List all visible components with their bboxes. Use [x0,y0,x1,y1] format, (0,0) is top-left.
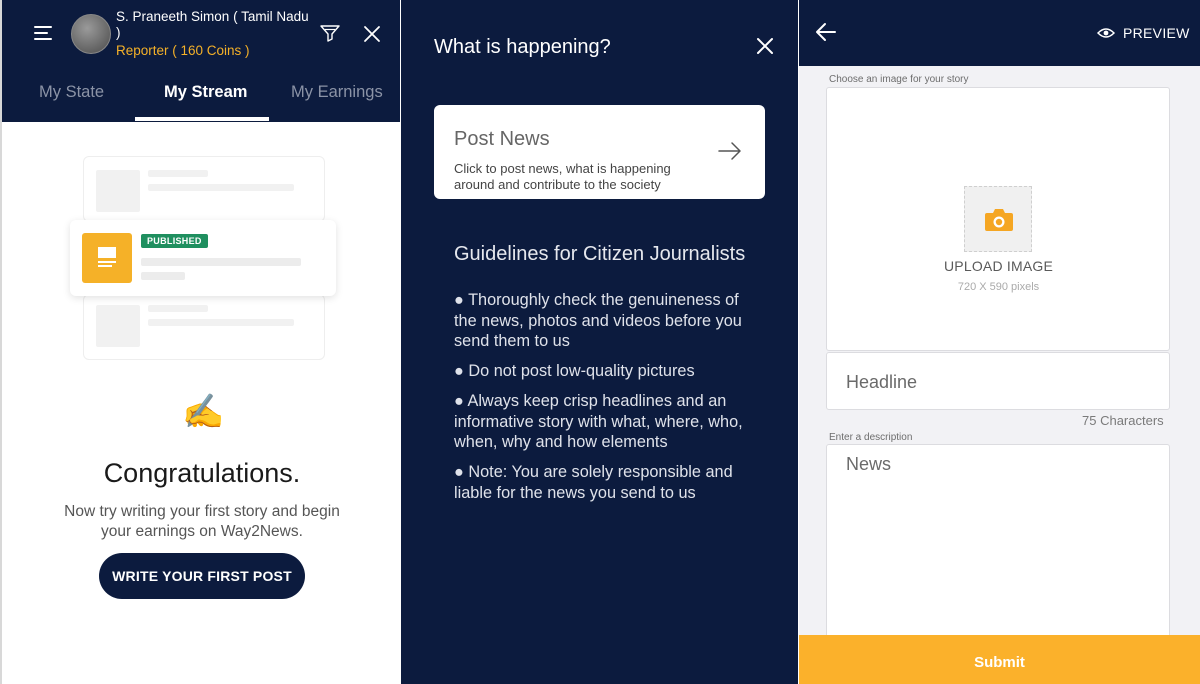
write-first-post-button[interactable]: WRITE YOUR FIRST POST [99,553,305,599]
post-news-title: Post News [454,128,550,150]
tab-my-state[interactable]: My State [39,83,104,102]
stream-screen: S. Praneeth Simon ( Tamil Nadu ) Reporte… [0,0,400,684]
post-news-description: Click to post news, what is happening ar… [454,161,671,192]
upload-image-label: UPLOAD IMAGE [944,258,1053,274]
close-icon[interactable] [362,24,382,44]
user-name: S. Praneeth Simon ( Tamil Nadu ) [116,9,309,40]
writing-hand-icon: ✍️ [182,393,225,431]
back-arrow-icon[interactable] [815,22,837,42]
arrow-right-icon [718,142,741,160]
guidelines-list: ● Thoroughly check the genuineness of th… [454,290,754,513]
description-placeholder: News [846,454,892,474]
published-badge: PUBLISHED [141,234,208,248]
upload-image-button[interactable] [964,186,1032,252]
hamburger-icon[interactable] [34,26,54,42]
headline-character-count: 75 Characters [1082,413,1164,428]
upload-size-hint: 720 X 590 pixels [957,281,1040,293]
placeholder-card-bottom [83,294,325,360]
happening-screen: What is happening? Post News Click to po… [401,0,798,684]
active-tab-indicator [135,117,269,121]
post-news-card[interactable]: Post News Click to post news, what is ha… [434,105,765,199]
user-role: Reporter ( 160 Coins ) [116,43,250,58]
guideline-item: ● Do not post low-quality pictures [454,362,695,380]
guideline-item: ● Note: You are solely responsible and l… [454,463,733,502]
tab-my-earnings[interactable]: My Earnings [291,83,383,102]
tab-my-stream[interactable]: My Stream [164,83,247,102]
description-label: Enter a description [829,432,913,443]
close-icon[interactable] [756,37,774,55]
preview-button[interactable]: PREVIEW [1123,25,1190,41]
eye-icon[interactable] [1097,27,1115,39]
image-label: Choose an image for your story [829,74,969,85]
avatar[interactable] [71,14,111,54]
profile-header: S. Praneeth Simon ( Tamil Nadu ) Reporte… [2,0,400,122]
congrats-text: Now try writing your first story and beg… [64,503,340,540]
document-icon [82,233,132,283]
guideline-item: ● Always keep crisp headlines and an inf… [454,392,743,451]
compose-screen: PREVIEW Choose an image for your story U… [799,0,1200,684]
page-title: What is happening? [434,36,611,58]
filter-icon[interactable] [320,24,340,42]
guidelines-title: Guidelines for Citizen Journalists [454,243,746,265]
congrats-title: Congratulations. [103,458,301,488]
camera-icon [985,209,1013,231]
placeholder-card-top [83,156,325,222]
guideline-item: ● Thoroughly check the genuineness of th… [454,291,742,350]
compose-header: PREVIEW [799,0,1200,66]
headline-placeholder: Headline [846,372,918,392]
published-card: PUBLISHED [70,220,336,296]
submit-button[interactable]: Submit [799,635,1200,684]
